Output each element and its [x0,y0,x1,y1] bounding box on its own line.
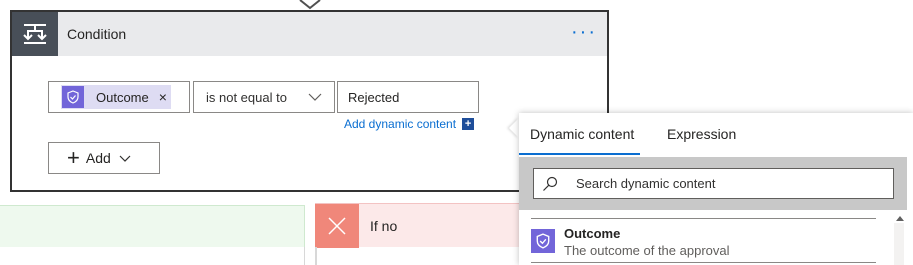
close-icon [315,204,359,248]
scroll-up-arrow-icon[interactable] [896,216,904,221]
item-description: The outcome of the approval [564,243,730,258]
tab-dynamic-content[interactable]: Dynamic content [530,126,634,142]
right-operand-input[interactable] [337,81,479,113]
active-tab-indicator [519,153,640,155]
plus-icon: + [67,145,80,170]
add-dynamic-content-link[interactable]: Add dynamic content + [344,117,475,131]
add-dynamic-plus-icon: + [462,118,475,130]
more-options-icon[interactable]: ··· [571,22,597,42]
approval-icon [531,229,555,253]
chevron-down-icon [308,93,322,101]
chevron-down-icon [119,155,131,162]
connector-arrow-icon [299,0,321,10]
if-no-branch-header[interactable]: If no [315,203,535,248]
dynamic-item-outcome[interactable]: Outcome The outcome of the approval [531,224,876,262]
left-operand-field[interactable]: Outcome × [48,81,190,113]
tab-expression[interactable]: Expression [667,126,736,142]
search-box[interactable] [533,168,894,199]
operator-selected: is not equal to [206,89,287,105]
condition-icon [12,12,58,56]
search-icon [543,176,558,191]
scrollbar[interactable] [894,223,904,265]
remove-token-icon[interactable]: × [159,89,167,105]
add-button-label: Add [85,150,111,166]
outcome-token[interactable]: Outcome × [61,85,171,109]
if-no-branch-body [315,247,317,265]
if-yes-branch-body [0,247,305,265]
add-dynamic-content-label: Add dynamic content [344,117,457,131]
operator-dropdown[interactable]: is not equal to [193,81,335,113]
search-input[interactable] [574,175,874,192]
dynamic-content-panel: Dynamic content Expression Outcome The o… [519,113,913,265]
condition-title: Condition [67,26,127,42]
search-area [519,157,907,210]
list-divider [531,262,876,263]
add-button[interactable]: + Add [48,142,160,174]
list-divider [531,218,876,219]
if-yes-branch-header[interactable] [0,205,305,247]
approval-icon [62,86,84,108]
condition-header[interactable]: Condition ··· [12,12,607,56]
item-title: Outcome [564,226,621,241]
if-no-label: If no [370,218,398,234]
panel-pointer [509,118,519,138]
token-label: Outcome [96,89,149,105]
